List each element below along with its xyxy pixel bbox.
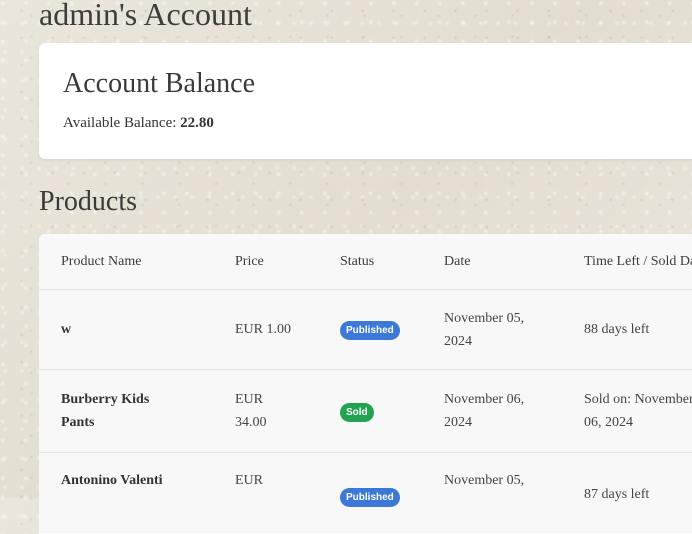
- table-row[interactable]: Burberry Kids Pants EUR 34.00 Sold Novem…: [39, 369, 692, 453]
- product-time-cell: 87 days left: [584, 452, 692, 533]
- table-header-row: Product Name Price Status Date Time Left…: [39, 234, 692, 290]
- product-time-cell: 88 days left: [584, 289, 692, 370]
- column-header-product-name[interactable]: Product Name: [39, 234, 235, 290]
- column-header-date[interactable]: Date: [444, 234, 584, 290]
- table-row[interactable]: Antonino Valenti EUR Published November …: [39, 452, 692, 533]
- column-header-status[interactable]: Status: [340, 234, 444, 290]
- available-balance-label: Available Balance:: [63, 115, 177, 131]
- balance-card: Account Balance Available Balance: 22.80: [39, 43, 692, 159]
- column-header-price[interactable]: Price: [235, 234, 340, 290]
- product-date-cell: November 06, 2024: [444, 369, 584, 453]
- page-title: admin's Account: [39, 0, 252, 32]
- column-header-time-left[interactable]: Time Left / Sold Date: [584, 234, 692, 290]
- available-balance-amount: 22.80: [180, 115, 214, 131]
- product-date-cell: November 05, 2024: [444, 289, 584, 370]
- product-status-cell: Sold: [340, 369, 444, 453]
- product-status-cell: Published: [340, 289, 444, 370]
- status-badge: Sold: [340, 402, 374, 422]
- products-heading: Products: [39, 186, 137, 217]
- product-time-cell: Sold on: November 06, 2024: [584, 369, 692, 453]
- product-price-cell: EUR 34.00: [235, 369, 340, 453]
- product-price-cell: EUR 1.00: [235, 289, 340, 370]
- balance-heading: Account Balance: [63, 68, 256, 99]
- product-date-cell: November 05,: [444, 452, 584, 533]
- products-table: Product Name Price Status Date Time Left…: [39, 234, 692, 533]
- available-balance: Available Balance: 22.80: [63, 113, 214, 133]
- products-table-card: Product Name Price Status Date Time Left…: [39, 234, 692, 534]
- status-badge: Published: [340, 321, 400, 340]
- table-row[interactable]: w EUR 1.00 Published November 05, 2024 8…: [39, 289, 692, 370]
- product-price-cell: EUR: [235, 452, 340, 533]
- product-name-cell[interactable]: Burberry Kids Pants: [39, 369, 235, 453]
- product-name-cell[interactable]: w: [39, 289, 235, 370]
- product-name-cell[interactable]: Antonino Valenti: [39, 452, 235, 533]
- product-status-cell: Published: [340, 452, 444, 533]
